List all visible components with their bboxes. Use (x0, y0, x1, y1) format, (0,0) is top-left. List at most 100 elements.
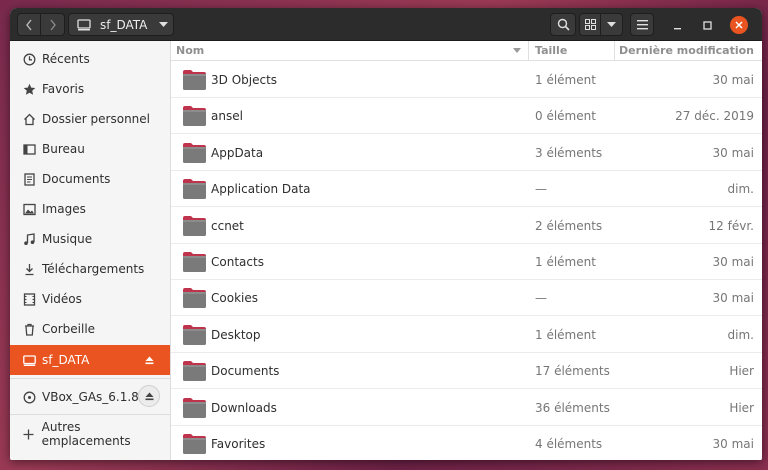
file-size: 1 élément (535, 255, 596, 269)
sidebar-item-label: Corbeille (42, 322, 96, 336)
search-button[interactable] (550, 13, 576, 36)
file-name: Favorites (211, 437, 266, 451)
image-icon (22, 202, 36, 216)
sidebar-item-music[interactable]: Musique (10, 224, 170, 254)
column-name-header[interactable]: Nom (176, 41, 529, 61)
clock-icon (22, 52, 36, 66)
file-row[interactable]: 3D Objects 1 élément 30 mai (171, 62, 762, 98)
sidebar-item-favorites[interactable]: Favoris (10, 74, 170, 104)
caret-down-icon (607, 21, 616, 27)
home-icon (22, 112, 36, 126)
sidebar-item-label: Favoris (42, 82, 85, 96)
close-button[interactable] (730, 16, 748, 34)
file-row[interactable]: ccnet 2 éléments 12 févr. (171, 208, 762, 244)
file-row[interactable]: Favorites 4 éléments 30 mai (171, 426, 762, 460)
folder-icon (182, 433, 207, 455)
location-button[interactable]: sf_DATA (68, 13, 174, 36)
file-size: — (535, 182, 547, 197)
file-size: 36 éléments (535, 400, 610, 415)
maximize-button[interactable] (698, 16, 716, 34)
sidebar-item-vbox-gas[interactable]: VBox_GAs_6.1.8 (10, 382, 170, 412)
music-icon (22, 232, 36, 246)
sidebar-item-label: Musique (42, 232, 93, 246)
disc-icon (22, 390, 36, 404)
minimize-icon (673, 27, 681, 29)
file-modified: Hier (729, 400, 754, 415)
folder-icon (182, 287, 207, 309)
file-row[interactable]: ansel 0 élément 27 déc. 2019 (171, 98, 762, 135)
sidebar-item-videos[interactable]: Vidéos (10, 284, 170, 314)
desktop-icon (22, 142, 36, 156)
sidebar-item-label: Téléchargements (42, 262, 145, 276)
sort-descending-icon (513, 48, 521, 53)
chevron-left-icon (26, 19, 32, 30)
plus-icon (22, 427, 36, 441)
sidebar-item-label: Autres emplacements (41, 420, 131, 448)
download-icon (22, 262, 36, 276)
file-size: 17 éléments (535, 364, 610, 379)
sidebar-item-trash[interactable]: Corbeille (10, 314, 170, 344)
file-modified: 12 févr. (708, 218, 754, 233)
sidebar-item-documents[interactable]: Documents (10, 164, 170, 194)
eject-button[interactable] (142, 353, 156, 367)
hamburger-menu-icon (636, 19, 648, 29)
sidebar-item-label: Documents (42, 172, 111, 186)
folder-icon (182, 324, 207, 346)
file-row[interactable]: Downloads 36 éléments Hier (171, 390, 762, 426)
forward-button[interactable] (41, 13, 65, 36)
column-label: Taille (535, 44, 568, 57)
file-modified: 30 mai (712, 73, 754, 87)
file-list: Nom Taille Dernière modification 3D Obje… (171, 41, 762, 460)
file-row[interactable]: Contacts 1 élément 30 mai (171, 244, 762, 280)
file-size: 4 éléments (535, 437, 603, 451)
sidebar-divider (10, 414, 170, 415)
column-modified-header[interactable]: Dernière modification (619, 41, 754, 61)
file-name: Downloads (211, 400, 277, 415)
location-label: sf_DATA (100, 17, 148, 32)
file-row[interactable]: Application Data — dim. (171, 171, 762, 208)
column-label: Dernière modification (619, 44, 754, 57)
eject-icon (145, 392, 153, 400)
close-icon (735, 21, 743, 29)
file-size: 1 élément (535, 73, 596, 87)
file-row[interactable]: AppData 3 éléments 30 mai (171, 135, 762, 171)
file-name: Application Data (211, 182, 311, 197)
file-row[interactable]: Desktop 1 élément dim. (171, 317, 762, 353)
sidebar-item-images[interactable]: Images (10, 194, 170, 224)
folder-icon (182, 105, 207, 127)
file-name: Documents (211, 364, 280, 379)
file-modified: 30 mai (712, 291, 754, 306)
header-bar: sf_DATA (10, 8, 762, 41)
sidebar-item-sf-data[interactable]: sf_DATA (10, 345, 170, 375)
file-size: 3 éléments (535, 145, 603, 160)
sidebar-item-home[interactable]: Dossier personnel (10, 104, 170, 134)
sidebar-item-other-locations[interactable]: Autres emplacements (10, 419, 170, 449)
file-row[interactable]: Documents 17 éléments Hier (171, 353, 762, 390)
column-size-header[interactable]: Taille (535, 41, 615, 61)
file-modified: 30 mai (712, 255, 754, 269)
menu-button[interactable] (630, 13, 654, 36)
file-modified: dim. (727, 327, 754, 342)
grid-view-button[interactable] (579, 13, 601, 36)
folder-icon (182, 251, 207, 273)
sidebar-item-downloads[interactable]: Téléchargements (10, 254, 170, 284)
view-options-button[interactable] (601, 13, 623, 36)
chevron-right-icon (49, 19, 56, 30)
sidebar-item-label: Dossier personnel (42, 112, 151, 126)
file-row[interactable]: Cookies — 30 mai (171, 280, 762, 317)
column-header: Nom Taille Dernière modification (171, 41, 762, 61)
back-button[interactable] (17, 13, 41, 36)
sidebar-item-desktop[interactable]: Bureau (10, 134, 170, 164)
sidebar-item-label: Images (42, 202, 86, 216)
sidebar-item-recents[interactable]: Récents (10, 44, 170, 74)
file-size: — (535, 291, 547, 306)
eject-button[interactable] (138, 385, 160, 407)
file-name: 3D Objects (211, 73, 278, 87)
document-icon (22, 172, 36, 186)
search-icon (557, 18, 570, 31)
minimize-button[interactable] (668, 16, 686, 34)
sidebar-divider (10, 378, 170, 379)
folder-icon (182, 397, 207, 419)
file-name: Contacts (211, 255, 264, 269)
folder-icon (182, 178, 207, 200)
